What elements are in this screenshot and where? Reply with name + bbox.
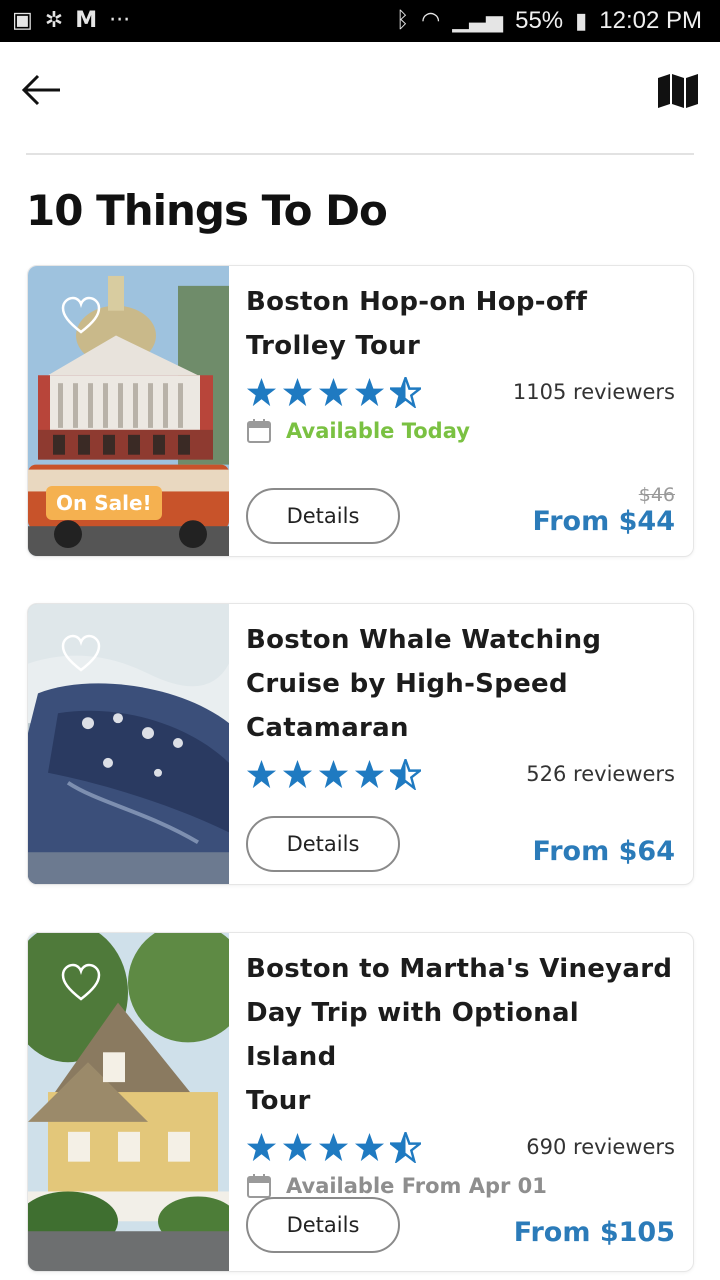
price-block: $46 From $44: [533, 484, 675, 537]
star-rating: [246, 758, 421, 790]
half-star-icon: [390, 376, 421, 408]
app-bar: [0, 42, 720, 138]
price: From $105: [513, 1217, 675, 1248]
tour-title-line: Day Trip with Optional Island: [246, 998, 580, 1072]
star-icon: [354, 759, 385, 788]
gallery-icon: ▣: [12, 8, 33, 33]
availability-row: Available Today: [246, 418, 675, 444]
tour-title-line: Boston Hop-on Hop-off: [246, 287, 588, 317]
star-icon: [246, 377, 277, 406]
tour-title-line: Trolley Tour: [246, 331, 421, 361]
signal-icon: ▁▃▅: [452, 8, 504, 33]
tour-title-line: Cruise by High-Speed: [246, 669, 568, 699]
calendar-icon: [247, 1174, 271, 1198]
map-icon: [658, 74, 698, 108]
tour-image-cottage: [28, 933, 229, 1271]
wifi-icon: ◠: [421, 8, 441, 33]
heart-icon[interactable]: [60, 296, 102, 336]
star-icon: [318, 1132, 349, 1161]
star-icon: [318, 759, 349, 788]
availability-row: Available From Apr 01: [246, 1173, 675, 1199]
heart-icon[interactable]: [60, 634, 102, 674]
more-notifications-icon: ···: [109, 8, 131, 33]
tour-title-line: Boston to Martha's Vineyard: [246, 954, 673, 984]
tour-card[interactable]: On Sale! Boston Hop-on Hop-off Trolley T…: [27, 265, 694, 557]
arrow-left-icon: [21, 74, 60, 106]
page-title: 10 Things To Do: [26, 186, 388, 235]
details-button[interactable]: Details: [246, 816, 400, 872]
details-button[interactable]: Details: [246, 1197, 400, 1253]
gmail-icon: M: [75, 8, 98, 33]
back-button[interactable]: [20, 70, 64, 110]
battery-percent: 55%: [515, 7, 564, 34]
star-icon: [246, 1132, 277, 1161]
star-icon: [354, 1132, 385, 1161]
availability-text: Available From Apr 01: [286, 1174, 547, 1198]
star-rating: [246, 1131, 421, 1163]
star-icon: [282, 1132, 313, 1161]
star-icon: [354, 377, 385, 406]
availability-text: Available Today: [286, 419, 470, 443]
status-bar: ▣ ✲ M ··· ᛒ ◠ ▁▃▅ 55% ▮ 12:02 PM: [0, 0, 720, 42]
fan-icon: ✲: [44, 8, 64, 33]
tour-title-line: Tour: [246, 1086, 311, 1116]
half-star-icon: [390, 758, 421, 790]
sale-badge: On Sale!: [46, 486, 162, 520]
battery-icon: ▮: [575, 8, 588, 33]
star-icon: [246, 759, 277, 788]
bluetooth-icon: ᛒ: [395, 8, 410, 33]
details-button[interactable]: Details: [246, 488, 400, 544]
tour-card[interactable]: Boston to Martha's Vineyard Day Trip wit…: [27, 932, 694, 1272]
reviewers-count: 526 reviewers: [526, 762, 675, 786]
tour-card[interactable]: Boston Whale Watching Cruise by High-Spe…: [27, 603, 694, 885]
star-rating: [246, 376, 421, 408]
reviewers-count: 690 reviewers: [526, 1135, 675, 1159]
price: From $64: [532, 836, 675, 867]
rating-row: 526 reviewers: [246, 752, 675, 796]
price-block: From $105: [514, 1217, 675, 1248]
rating-row: 1105 reviewers: [246, 370, 675, 414]
original-price: $46: [638, 484, 675, 506]
tour-image-whale: [28, 604, 229, 884]
tour-title-line: Boston Whale Watching: [246, 625, 602, 655]
tour-title-line: Catamaran: [246, 713, 409, 743]
half-star-icon: [390, 1131, 421, 1163]
star-icon: [282, 377, 313, 406]
header-divider: [26, 153, 694, 155]
calendar-icon: [247, 419, 271, 443]
clock: 12:02 PM: [599, 7, 702, 34]
reviewers-count: 1105 reviewers: [512, 380, 675, 404]
rating-row: 690 reviewers: [246, 1125, 675, 1169]
tour-title: Boston to Martha's Vineyard Day Trip wit…: [246, 947, 675, 1123]
star-icon: [282, 759, 313, 788]
tour-title: Boston Whale Watching Cruise by High-Spe…: [246, 618, 675, 750]
tour-title: Boston Hop-on Hop-off Trolley Tour: [246, 280, 675, 368]
price-block: From $64: [533, 836, 675, 867]
price: From $44: [532, 506, 675, 537]
heart-icon[interactable]: [60, 963, 102, 1003]
star-icon: [318, 377, 349, 406]
map-view-button[interactable]: [658, 74, 698, 108]
